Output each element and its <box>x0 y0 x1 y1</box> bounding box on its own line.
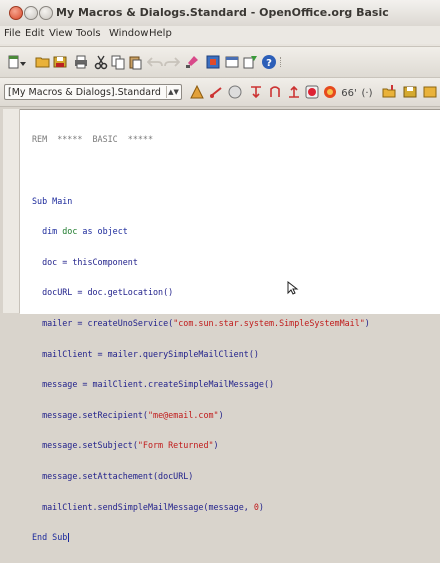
open-folder-icon[interactable] <box>35 54 51 70</box>
string-literal: "Form Returned" <box>137 440 214 451</box>
keyword-end-sub: End Sub <box>32 532 68 543</box>
code-line: message = mailClient.createSimpleMailMes… <box>32 379 370 389</box>
code-line: dim doc as object <box>32 226 370 236</box>
code-statement: ) <box>364 317 370 328</box>
menu-help[interactable]: Help <box>149 28 172 39</box>
code-line: Sub Main <box>32 196 370 206</box>
mouse-pointer-icon <box>287 281 299 295</box>
save-source-icon[interactable] <box>402 84 418 100</box>
print-icon[interactable] <box>73 54 89 70</box>
code-statement: ) <box>218 409 224 420</box>
code-statement: ) <box>213 440 219 451</box>
code-text: REM ***** BASIC ***** Sub Main dim doc a… <box>32 114 370 563</box>
new-dropdown-icon[interactable] <box>20 61 26 67</box>
find-parentheses-icon[interactable]: (·) <box>359 84 375 100</box>
chevron-updown-icon[interactable]: ▲▼ <box>166 86 180 98</box>
title-bar: My Macros & Dialogs.Standard - OpenOffic… <box>0 0 440 27</box>
maximize-window-button[interactable] <box>39 6 53 20</box>
code-line: REM ***** BASIC ***** <box>32 134 370 144</box>
standard-toolbar: ? <box>0 46 440 78</box>
paste-icon[interactable] <box>127 54 143 70</box>
menu-view[interactable]: View <box>49 28 73 39</box>
code-line: doc = thisComponent <box>32 257 370 267</box>
cut-icon[interactable] <box>93 54 109 70</box>
menu-tools[interactable]: Tools <box>76 28 101 39</box>
step-over-icon[interactable] <box>267 84 283 100</box>
library-selector-value: [My Macros & Dialogs].Standard <box>8 87 161 98</box>
basic-ide-window: My Macros & Dialogs.Standard - OpenOffic… <box>0 0 440 543</box>
code-statement: mailClient.sendSimpleMailMessage(message… <box>32 501 254 512</box>
code-editor[interactable]: REM ***** BASIC ***** Sub Main dim doc a… <box>20 109 440 543</box>
close-window-button[interactable] <box>9 6 23 20</box>
undo-icon[interactable] <box>147 54 163 70</box>
code-statement: message.setRecipient( <box>32 409 148 420</box>
text-caret <box>68 533 70 543</box>
svg-text:(·): (·) <box>362 88 373 99</box>
manage-breakpoints-icon[interactable] <box>322 84 338 100</box>
run-icon[interactable] <box>208 84 224 100</box>
identifier: doc <box>57 226 78 237</box>
compile-icon[interactable] <box>189 84 205 100</box>
code-statement: mailClient = mailer.querySimpleMailClien… <box>32 348 259 359</box>
object-catalog-icon[interactable] <box>205 54 221 70</box>
code-statement: docURL = doc.getLocation() <box>32 287 174 298</box>
svg-text:?: ? <box>266 58 272 69</box>
watch-icon[interactable]: 66' <box>341 84 357 100</box>
menu-bar: File Edit View Tools Window Help <box>0 26 440 44</box>
code-line: message.setAttachement(docURL) <box>32 471 370 481</box>
import-dialog-icon[interactable] <box>422 84 438 100</box>
code-line: mailer = createUnoService("com.sun.star.… <box>32 318 370 328</box>
svg-text:66': 66' <box>341 88 356 99</box>
comment-text: REM ***** BASIC ***** <box>32 134 154 145</box>
keyword-as-object: as object <box>77 226 128 237</box>
code-line: docURL = doc.getLocation() <box>32 287 370 297</box>
code-line: message.setSubject("Form Returned") <box>32 440 370 450</box>
code-line: mailClient.sendSimpleMailMessage(message… <box>32 502 370 512</box>
dialog-icon[interactable] <box>224 54 240 70</box>
menu-file[interactable]: File <box>4 28 21 39</box>
keyword-dim: dim <box>32 226 58 237</box>
code-statement: message.setAttachement(docURL) <box>32 470 194 481</box>
code-statement: doc = thisComponent <box>32 256 138 267</box>
breakpoint-margin[interactable] <box>3 109 20 313</box>
toolbar-handle <box>280 57 284 67</box>
code-statement: message.setSubject( <box>32 440 138 451</box>
step-out-icon[interactable] <box>286 84 302 100</box>
insert-source-icon[interactable] <box>381 84 397 100</box>
code-line: End Sub <box>32 532 370 543</box>
menu-window[interactable]: Window <box>109 28 148 39</box>
breakpoint-icon[interactable] <box>304 84 320 100</box>
stop-icon[interactable] <box>227 84 243 100</box>
minimize-window-button[interactable] <box>24 6 38 20</box>
code-statement: mailer = createUnoService( <box>32 317 174 328</box>
keyword-sub: Sub <box>32 195 48 206</box>
paintbrush-icon[interactable] <box>184 54 200 70</box>
string-literal: "me@email.com" <box>147 409 219 420</box>
window-title: My Macros & Dialogs.Standard - OpenOffic… <box>56 6 389 19</box>
step-into-icon[interactable] <box>248 84 264 100</box>
help-icon[interactable]: ? <box>261 54 277 70</box>
code-statement: ) <box>258 501 264 512</box>
library-selector[interactable]: [My Macros & Dialogs].Standard ▲▼ <box>4 84 182 100</box>
navigator-icon[interactable] <box>242 54 258 70</box>
string-literal: "com.sun.star.system.SimpleSystemMail" <box>173 317 365 328</box>
save-icon[interactable] <box>52 54 68 70</box>
code-statement: message = mailClient.createSimpleMailMes… <box>32 379 275 390</box>
sub-name: Main <box>47 195 73 206</box>
copy-icon[interactable] <box>110 54 126 70</box>
redo-icon[interactable] <box>164 54 180 70</box>
code-line: mailClient = mailer.querySimpleMailClien… <box>32 349 370 359</box>
menu-edit[interactable]: Edit <box>25 28 44 39</box>
code-line: message.setRecipient("me@email.com") <box>32 410 370 420</box>
